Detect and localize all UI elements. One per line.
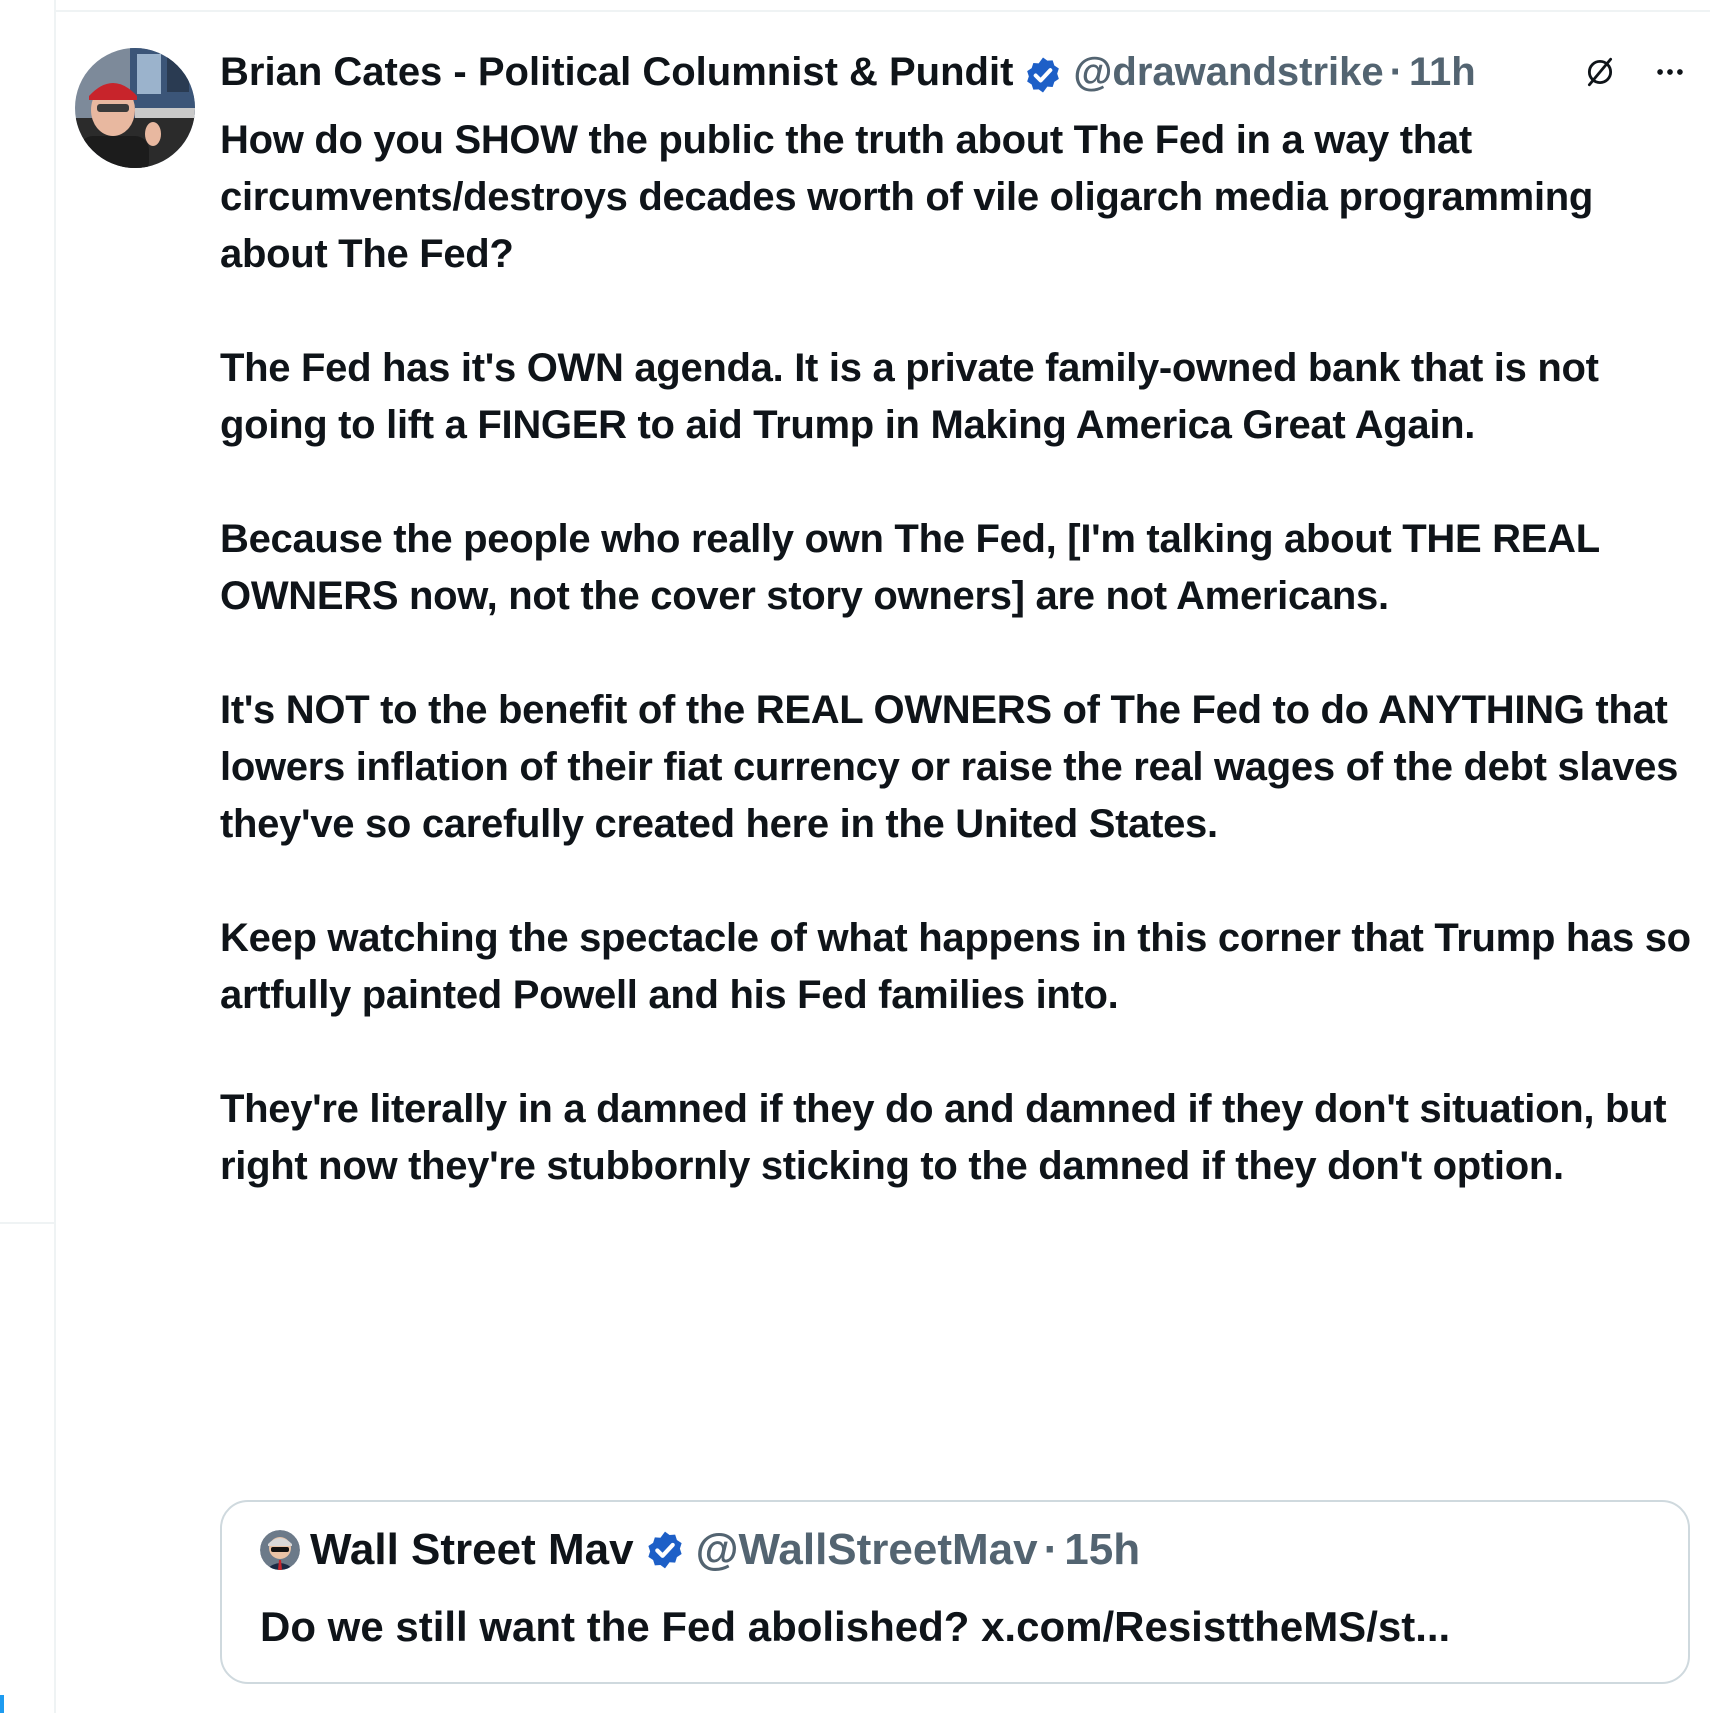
tweet-paragraph: How do you SHOW the public the truth abo… [220, 118, 1594, 276]
tweet[interactable]: Brian Cates - Political Columnist & Pund… [56, 12, 1710, 1713]
tweet-paragraph: It's NOT to the benefit of the REAL OWNE… [220, 688, 1679, 846]
grok-icon[interactable] [1580, 52, 1620, 92]
rail-divider [0, 1222, 56, 1224]
quoted-author-handle[interactable]: @WallStreetMav [696, 1525, 1038, 1575]
verified-badge-icon [1023, 52, 1063, 93]
tweet-paragraph: Keep watching the spectacle of what happ… [220, 916, 1691, 1017]
author-handle[interactable]: @drawandstrike [1073, 42, 1383, 102]
tweet-paragraph: Because the people who really own The Fe… [220, 517, 1600, 618]
rail-accent [0, 1695, 4, 1713]
more-icon[interactable] [1650, 52, 1690, 92]
author-avatar[interactable] [75, 48, 195, 168]
tweet-paragraph: They're literally in a damned if they do… [220, 1087, 1667, 1188]
quoted-tweet-card[interactable]: Wall Street Mav @WallStreetMav · 15h Do … [220, 1500, 1690, 1684]
tweet-body: How do you SHOW the public the truth abo… [220, 112, 1700, 1195]
verified-badge-icon [644, 1529, 686, 1571]
tweet-timestamp[interactable]: 11h [1409, 42, 1476, 102]
author-display-name[interactable]: Brian Cates - Political Columnist & Pund… [220, 42, 1013, 102]
header-actions [1580, 42, 1690, 102]
left-rail [0, 0, 56, 1713]
separator-dot: · [1389, 50, 1403, 94]
quoted-tweet-header: Wall Street Mav @WallStreetMav · 15h [260, 1520, 1140, 1580]
quoted-tweet-text: Do we still want the Fed abolished? x.co… [260, 1603, 1451, 1650]
quoted-author-avatar[interactable] [260, 1530, 300, 1570]
avatar-image [75, 48, 195, 168]
separator-dot: · [1043, 1525, 1059, 1574]
quoted-tweet-timestamp[interactable]: 15h [1064, 1525, 1140, 1575]
tweet-header: Brian Cates - Political Columnist & Pund… [220, 42, 1690, 102]
quoted-author-display-name[interactable]: Wall Street Mav [310, 1525, 634, 1575]
tweet-paragraph: The Fed has it's OWN agenda. It is a pri… [220, 346, 1599, 447]
